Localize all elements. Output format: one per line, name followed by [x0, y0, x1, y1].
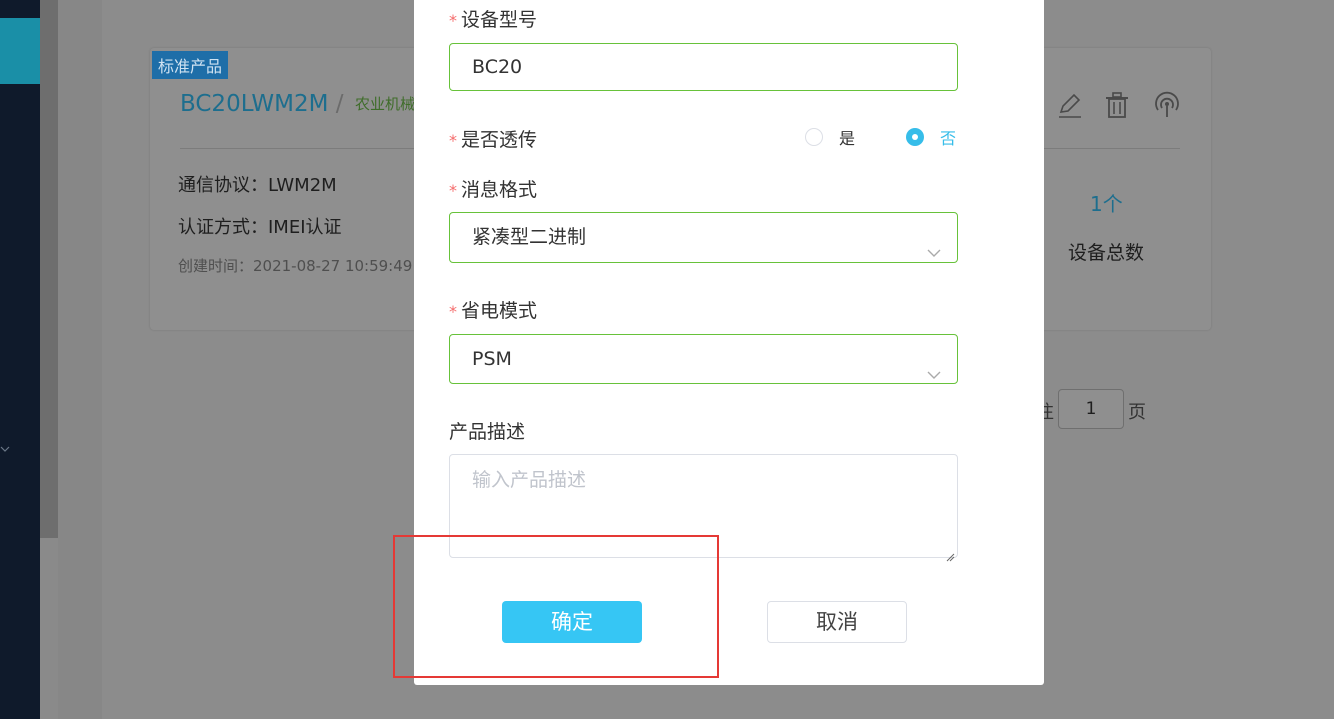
edit-icon[interactable] [1054, 90, 1084, 120]
required-mark: * [449, 11, 457, 30]
title-separator: / [335, 91, 344, 117]
pager-page-suffix: 页 [1128, 402, 1146, 423]
scrollbar[interactable] [40, 0, 58, 538]
radio-circle[interactable] [805, 128, 823, 146]
radio-yes-label[interactable]: 是 [839, 125, 855, 149]
product-title[interactable]: BC20LWM2M / [180, 91, 344, 117]
created-time-text: 创建时间：2021-08-27 10:59:49 [178, 257, 413, 275]
power-mode-select[interactable]: PSM [449, 334, 958, 384]
sidebar-active-item[interactable] [0, 18, 40, 84]
signal-icon[interactable] [1152, 90, 1182, 120]
cancel-button[interactable]: 取消 [767, 601, 907, 643]
trash-icon[interactable] [1102, 90, 1132, 120]
power-mode-label: * 省电模式 [449, 300, 538, 322]
passthrough-radio-no[interactable]: 否 [906, 125, 956, 149]
required-mark: * [449, 131, 457, 150]
sidebar [0, 0, 40, 719]
radio-no-label[interactable]: 否 [940, 125, 956, 149]
auth-text: 认证方式：IMEI认证 [178, 217, 342, 238]
chevron-down-icon [927, 352, 941, 379]
protocol-text: 通信协议：LWM2M [178, 175, 337, 196]
chevron-down-icon[interactable] [0, 444, 10, 454]
required-mark: * [449, 302, 457, 321]
resize-grip-icon[interactable] [945, 545, 955, 562]
passthrough-radio-yes[interactable]: 是 [805, 125, 855, 149]
product-category: 农业机械 [355, 95, 416, 113]
device-model-input[interactable]: BC20 [449, 43, 958, 91]
product-type-badge: 标准产品 [152, 51, 229, 79]
device-model-label: * 设备型号 [449, 9, 538, 31]
pager-input[interactable]: 1 [1058, 389, 1124, 429]
message-format-value: 紧凑型二进制 [472, 226, 587, 248]
device-count-label: 设备总数 [1068, 242, 1145, 264]
required-mark: * [449, 181, 457, 200]
highlight-box [393, 535, 719, 678]
product-name[interactable]: BC20LWM2M [180, 91, 328, 117]
chevron-down-icon [927, 230, 941, 257]
description-label: 产品描述 [449, 421, 526, 443]
device-count[interactable]: 1个 [1090, 188, 1123, 217]
message-format-label: * 消息格式 [449, 179, 538, 201]
description-placeholder: 输入产品描述 [472, 469, 587, 491]
message-format-select[interactable]: 紧凑型二进制 [449, 212, 958, 263]
power-mode-value: PSM [472, 348, 512, 370]
radio-circle-checked[interactable] [906, 128, 924, 146]
passthrough-label: * 是否透传 [449, 129, 538, 151]
